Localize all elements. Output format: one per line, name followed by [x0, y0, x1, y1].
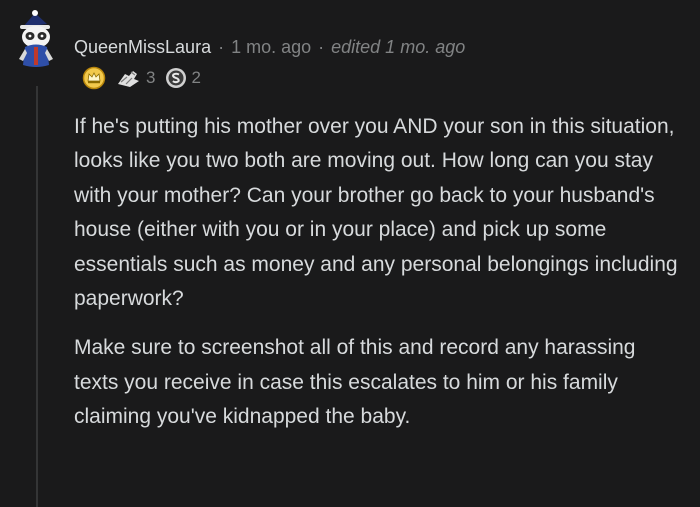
award-helpful[interactable]: 3	[116, 66, 155, 90]
award-count: 3	[146, 68, 156, 87]
avatar[interactable]	[13, 9, 63, 69]
award-silver[interactable]: 2	[165, 67, 201, 89]
comment-paragraph: Make sure to screenshot all of this and …	[74, 336, 636, 429]
award-crown[interactable]	[82, 66, 106, 90]
award-count: 2	[191, 68, 201, 87]
helpful-hands-award-icon	[118, 71, 139, 87]
edited-label: edited 1 mo. ago	[331, 36, 466, 57]
username-link[interactable]: QueenMissLaura	[74, 37, 211, 58]
thread-line[interactable]	[36, 86, 38, 507]
comment-paragraph: If he's putting his mother over you AND …	[74, 115, 678, 311]
crown-award-icon	[82, 66, 106, 90]
awards-row[interactable]: 3 2	[82, 64, 209, 92]
meta-separator: ·	[218, 36, 225, 57]
snoo-avatar-icon	[19, 10, 53, 67]
comment-header: QueenMissLaura · 1 mo. ago · edited 1 mo…	[74, 33, 465, 61]
timestamp-link[interactable]: 1 mo. ago	[231, 37, 311, 58]
comment-body: If he's putting his mother over you AND …	[74, 110, 684, 450]
silver-award-icon	[166, 68, 187, 88]
meta-separator: ·	[318, 36, 325, 57]
